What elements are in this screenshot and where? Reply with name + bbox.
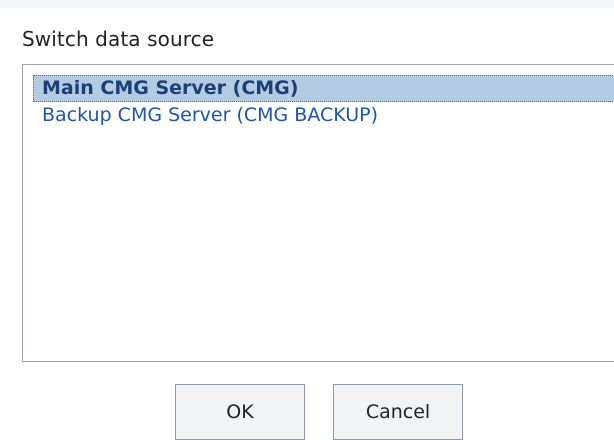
ok-button[interactable]: OK (175, 384, 305, 440)
list-item-main-cmg-server[interactable]: Main CMG Server (CMG) (33, 75, 614, 102)
list-item-backup-cmg-server[interactable]: Backup CMG Server (CMG BACKUP) (33, 102, 614, 129)
cancel-button[interactable]: Cancel (333, 384, 463, 440)
data-source-list[interactable]: Main CMG Server (CMG) Backup CMG Server … (22, 64, 614, 362)
dialog-top-edge (0, 0, 614, 8)
dialog-title: Switch data source (22, 27, 215, 51)
